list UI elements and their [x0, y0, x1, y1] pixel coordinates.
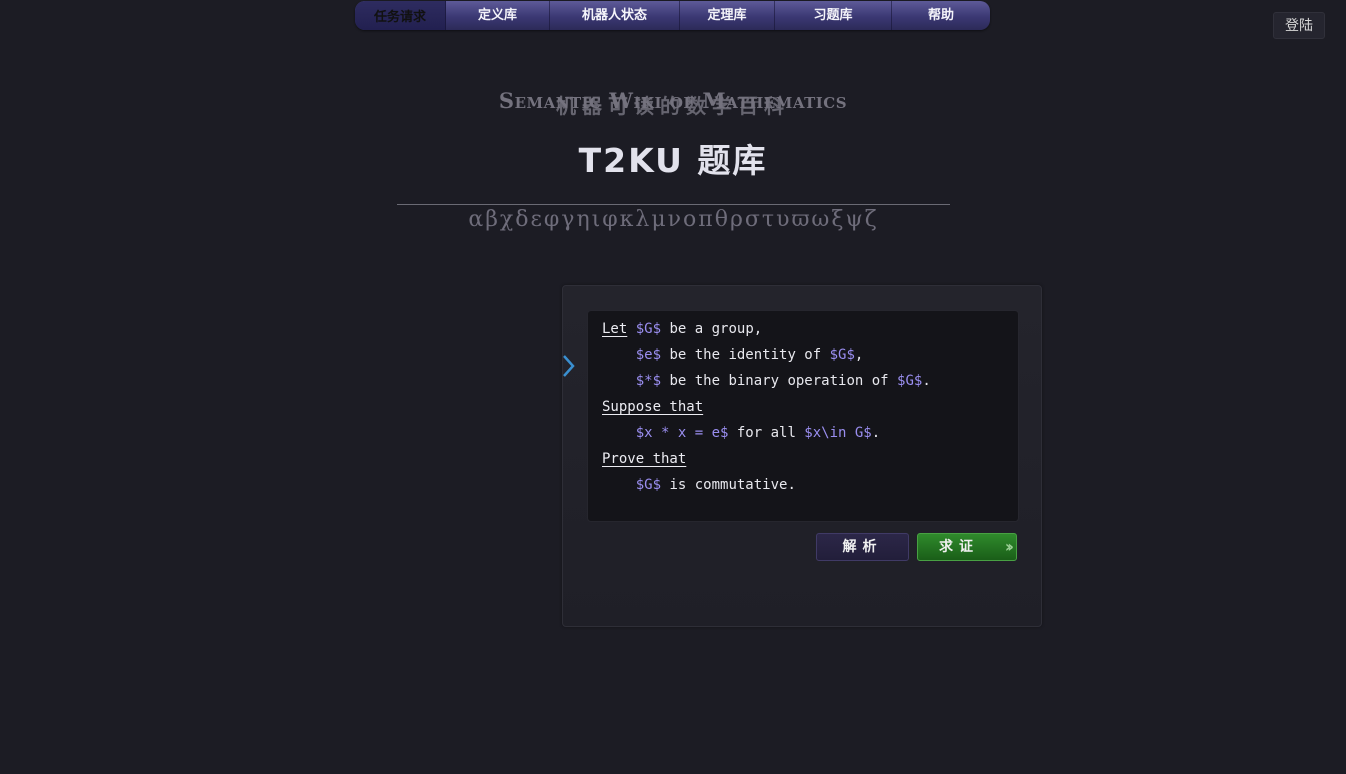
login-button[interactable]: 登陆 [1273, 12, 1325, 39]
problem-keyword: Let [602, 321, 628, 337]
problem-editor[interactable]: Let $G$ be a group, $e$ be the identity … [587, 310, 1019, 522]
main-nav: 任务请求 定义库 机器人状态 定理库 习题库 帮助 [355, 1, 990, 30]
title-divider [397, 204, 950, 205]
math-expression: $x\in G$ [804, 425, 872, 441]
problem-keyword: Prove that [602, 451, 687, 467]
page-title: T2KU 题库 [578, 141, 768, 180]
math-expression: $G$ [829, 347, 855, 363]
problem-line: $e$ be the identity of $G$, [635, 347, 864, 363]
prove-button-label: 求证 [939, 539, 979, 555]
double-chevron-right-icon: ›› [1004, 537, 1014, 556]
site-subtitle: Semantic Wiki of Mathematics 机器可读的数学百科 [400, 88, 946, 118]
nav-item-definitions[interactable]: 定义库 [446, 1, 550, 30]
math-expression: $e$ [635, 347, 662, 363]
subtitle-chinese: 机器可读的数学百科 [556, 94, 790, 118]
nav-item-exercises[interactable]: 习题库 [775, 1, 892, 30]
math-expression: $G$ [635, 477, 662, 493]
math-expression: $*$ [635, 373, 662, 389]
math-expression: $G$ [635, 321, 662, 337]
nav-item-task-request[interactable]: 任务请求 [355, 1, 446, 30]
problem-line: $x * x = e$ for all $x\in G$. [635, 425, 881, 441]
math-expression: $G$ [897, 373, 923, 389]
parse-button[interactable]: 解析 [816, 533, 909, 561]
problem-line: $*$ be the binary operation of $G$. [635, 373, 931, 389]
nav-item-theorems[interactable]: 定理库 [680, 1, 775, 30]
problem-line: Let $G$ be a group, [602, 321, 763, 337]
nav-item-help[interactable]: 帮助 [892, 1, 990, 30]
problem-panel: Let $G$ be a group, $e$ be the identity … [562, 285, 1042, 627]
greek-alphabet-strip: αβχδεφγηιφκλμνοπθρστυϖωξψζ [468, 207, 879, 232]
problem-line: Prove that [602, 446, 1004, 472]
prove-button[interactable]: 求证 ›› [917, 533, 1017, 561]
nav-item-robot-status[interactable]: 机器人状态 [550, 1, 680, 30]
problem-keyword: Suppose that [602, 399, 704, 415]
math-expression: $x * x = e$ [635, 425, 729, 441]
chevron-right-icon [563, 355, 575, 377]
problem-line: $G$ is commutative. [635, 477, 796, 493]
problem-line: Suppose that [602, 394, 1004, 420]
